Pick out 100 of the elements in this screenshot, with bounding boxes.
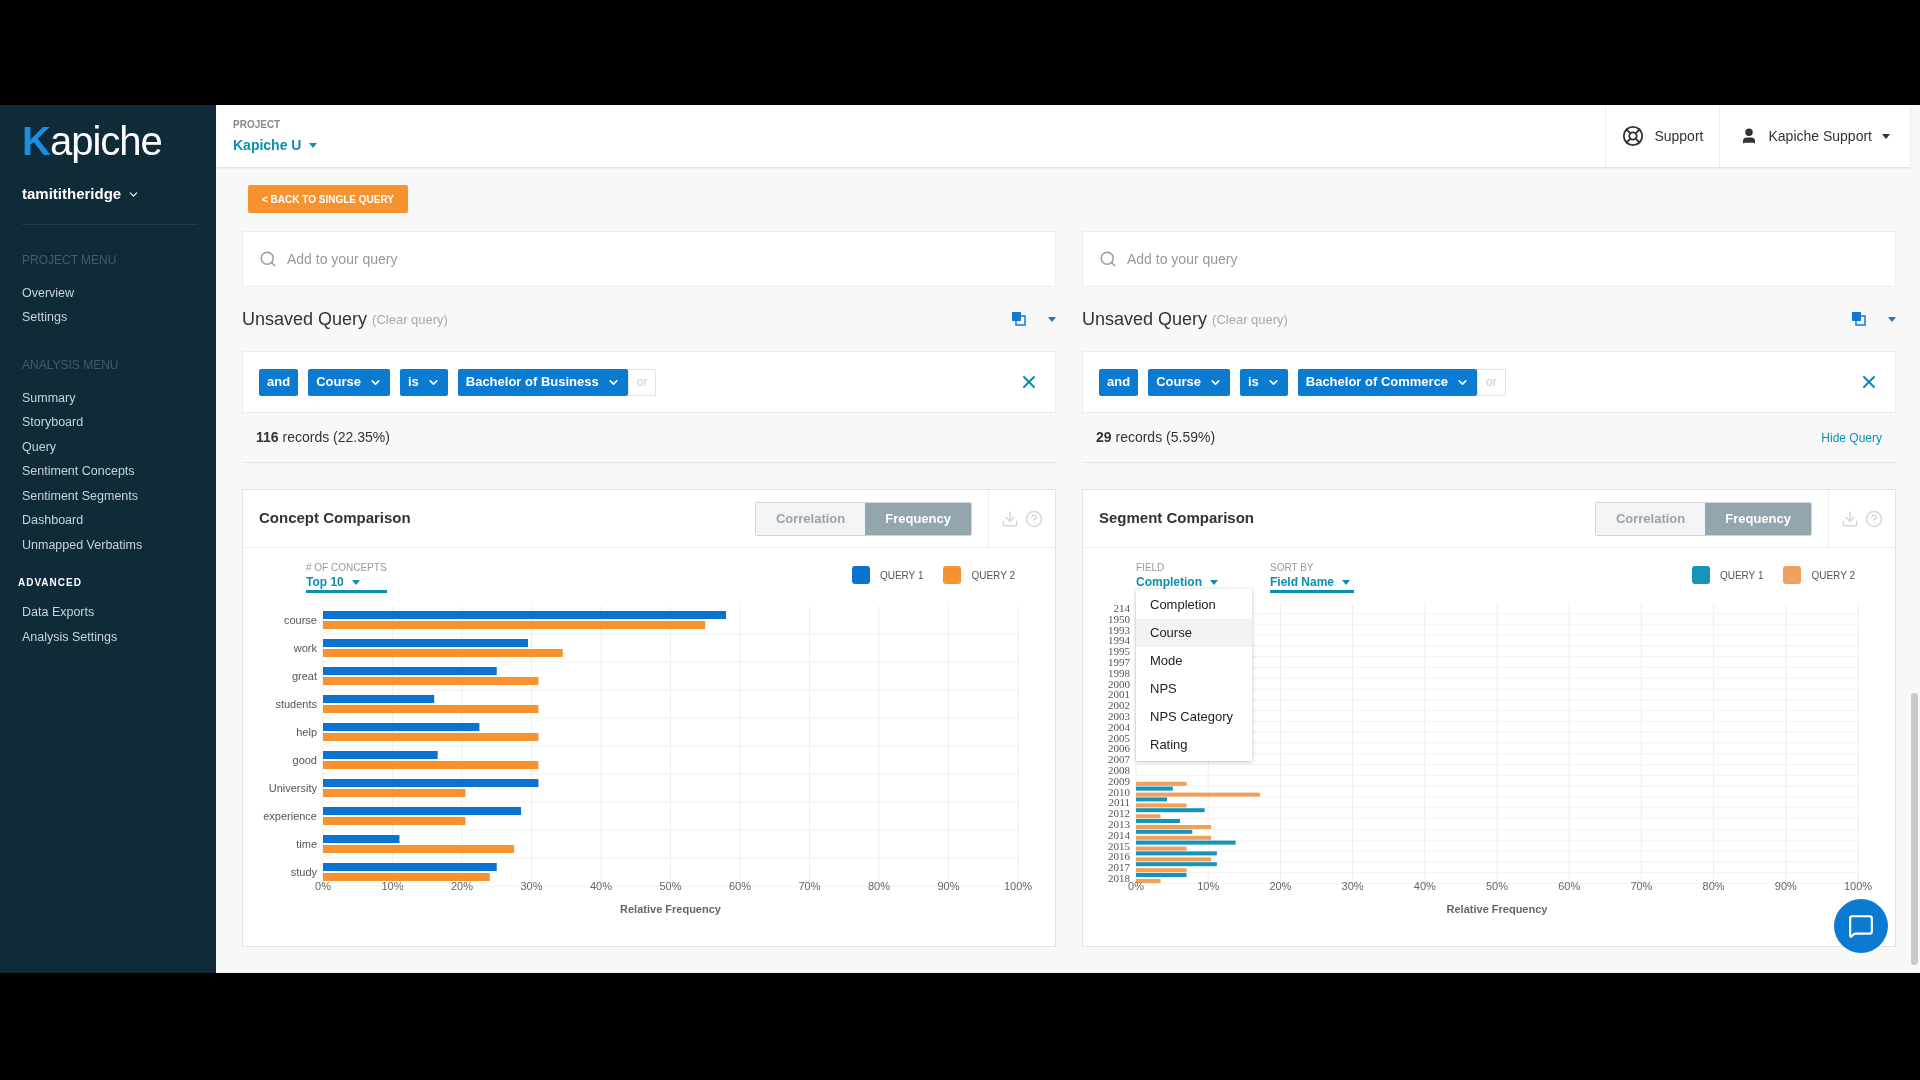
tick-label: 30% bbox=[520, 880, 543, 892]
axis-label: 2003 bbox=[1108, 710, 1130, 722]
axis-label: help bbox=[296, 726, 317, 738]
legend-label: QUERY 1 bbox=[879, 568, 924, 583]
query-chip[interactable]: is bbox=[1239, 368, 1288, 396]
query-chip[interactable]: and bbox=[1099, 368, 1139, 396]
query-title: Unsaved Query bbox=[1082, 307, 1208, 331]
axis-label: 2015 bbox=[1108, 839, 1130, 852]
menu-item[interactable]: NPS Category bbox=[1136, 703, 1252, 731]
control-label: # OF CONCEPTS bbox=[306, 562, 387, 575]
tick-label: 80% bbox=[1702, 880, 1725, 892]
axis-label: 2002 bbox=[1108, 699, 1130, 712]
clear-query-link[interactable]: (Clear query) bbox=[1212, 310, 1288, 330]
axis-label: study bbox=[290, 866, 317, 878]
query-title: Unsaved Query bbox=[242, 307, 368, 331]
control-label: FIELD bbox=[1136, 562, 1166, 575]
axis-label: experience bbox=[263, 810, 317, 822]
account-menu[interactable]: Kapiche Support bbox=[1719, 105, 1910, 167]
record-count: 29 records (5.59%) bbox=[1096, 428, 1217, 447]
axis-label: 2007 bbox=[1108, 753, 1130, 766]
record-count: 116 records (22.35%) bbox=[256, 428, 391, 447]
axis-title: Relative Frequency bbox=[1446, 903, 1548, 915]
nav-link[interactable]: Query bbox=[22, 434, 198, 459]
query-chip[interactable]: Bachelor of Business bbox=[457, 368, 628, 396]
toggle-tab[interactable]: Correlation bbox=[1595, 502, 1706, 535]
control-dropdown[interactable]: Field Name bbox=[1270, 574, 1355, 593]
tick-label: 40% bbox=[1413, 880, 1436, 892]
query-chip[interactable]: and bbox=[259, 368, 299, 396]
axis-label: 2018 bbox=[1108, 872, 1130, 884]
menu-item[interactable]: NPS bbox=[1136, 675, 1252, 703]
axis-label: 2005 bbox=[1108, 731, 1130, 744]
nav-link[interactable]: Data Exports bbox=[22, 600, 198, 625]
axis-label: 2016 bbox=[1108, 850, 1130, 863]
axis-label: 1993 bbox=[1108, 623, 1130, 636]
nav-link[interactable]: Analysis Settings bbox=[22, 624, 198, 649]
toggle-tab[interactable]: Frequency bbox=[1705, 502, 1811, 535]
tick-label: 70% bbox=[1630, 880, 1653, 892]
axis-label: 2013 bbox=[1108, 818, 1130, 830]
axis-label: 2004 bbox=[1108, 720, 1130, 733]
tick-label: 60% bbox=[729, 880, 751, 892]
tick-label: 20% bbox=[451, 880, 473, 892]
axis-label: 2009 bbox=[1108, 774, 1130, 787]
axis-label: work bbox=[293, 642, 317, 654]
menu-item[interactable]: Rating bbox=[1136, 731, 1252, 759]
tick-label: 30% bbox=[1341, 880, 1364, 892]
tick-label: 10% bbox=[1197, 880, 1220, 892]
axis-label: students bbox=[275, 698, 317, 710]
nav-link[interactable]: Dashboard bbox=[22, 508, 198, 533]
nav-link[interactable]: Sentiment Segments bbox=[22, 483, 198, 508]
axis-label: 1998 bbox=[1108, 666, 1130, 679]
axis-label: 2017 bbox=[1108, 861, 1130, 874]
axis-label: 2008 bbox=[1108, 764, 1130, 776]
back-button[interactable]: < BACK TO SINGLE QUERY bbox=[248, 185, 408, 213]
nav-link[interactable]: Summary bbox=[22, 385, 198, 410]
axis-label: University bbox=[268, 782, 317, 794]
nav-link[interactable]: Overview bbox=[22, 280, 198, 305]
control-dropdown[interactable]: Top 10 bbox=[306, 574, 387, 593]
clear-query-link[interactable]: (Clear query) bbox=[372, 310, 448, 330]
nav-link[interactable]: Unmapped Verbatims bbox=[22, 532, 198, 557]
query-chip[interactable]: Course bbox=[308, 368, 390, 396]
tick-label: 0% bbox=[315, 880, 331, 892]
search-input[interactable]: Add to your query bbox=[1127, 248, 1879, 270]
menu-item[interactable]: Completion bbox=[1136, 591, 1252, 619]
tick-label: 90% bbox=[1774, 880, 1797, 892]
query-chip[interactable]: Bachelor of Commerce bbox=[1297, 368, 1478, 396]
axis-label: 2006 bbox=[1108, 742, 1130, 755]
axis-label: 1995 bbox=[1108, 645, 1130, 658]
nav-link[interactable]: Settings bbox=[22, 305, 198, 330]
toggle-tab[interactable]: Frequency bbox=[865, 502, 971, 535]
card-title: Concept Comparison bbox=[259, 508, 412, 529]
tick-label: 50% bbox=[659, 880, 682, 892]
menu-item[interactable]: Course bbox=[1136, 619, 1252, 647]
tick-label: 70% bbox=[798, 880, 821, 892]
axis-label: 214 bbox=[1113, 602, 1130, 614]
tick-label: 80% bbox=[868, 880, 890, 892]
hide-query-link[interactable]: Hide Query bbox=[1821, 428, 1882, 447]
search-field[interactable]: Add to your query bbox=[242, 231, 1056, 287]
tick-label: 10% bbox=[381, 880, 404, 892]
menu-item[interactable]: Mode bbox=[1136, 647, 1252, 675]
query-chip[interactable]: is bbox=[399, 368, 448, 396]
axis-label: time bbox=[296, 838, 317, 850]
axis-label: great bbox=[291, 670, 317, 682]
support-button[interactable]: Support bbox=[1605, 105, 1720, 167]
project-label: PROJECT bbox=[233, 117, 282, 132]
toggle-tab[interactable]: Correlation bbox=[755, 502, 866, 535]
project-dropdown[interactable]: Kapiche U bbox=[233, 134, 1606, 156]
section-heading: ADVANCED bbox=[18, 576, 83, 590]
tick-label: 100% bbox=[1843, 880, 1873, 892]
query-chip[interactable]: Course bbox=[1148, 368, 1230, 396]
legend-label: QUERY 2 bbox=[1811, 568, 1855, 583]
axis-label: 2011 bbox=[1108, 796, 1130, 809]
axis-label: 1997 bbox=[1108, 656, 1130, 668]
search-input[interactable]: Add to your query bbox=[287, 248, 1039, 270]
user-menu[interactable]: tamititheridge bbox=[22, 183, 198, 206]
axis-label: 2012 bbox=[1108, 807, 1130, 820]
legend-label: QUERY 1 bbox=[1719, 568, 1764, 583]
search-field[interactable]: Add to your query bbox=[1082, 231, 1896, 287]
control-label: SORT BY bbox=[1270, 562, 1315, 575]
nav-link[interactable]: Sentiment Concepts bbox=[22, 459, 198, 484]
nav-link[interactable]: Storyboard bbox=[22, 410, 198, 435]
